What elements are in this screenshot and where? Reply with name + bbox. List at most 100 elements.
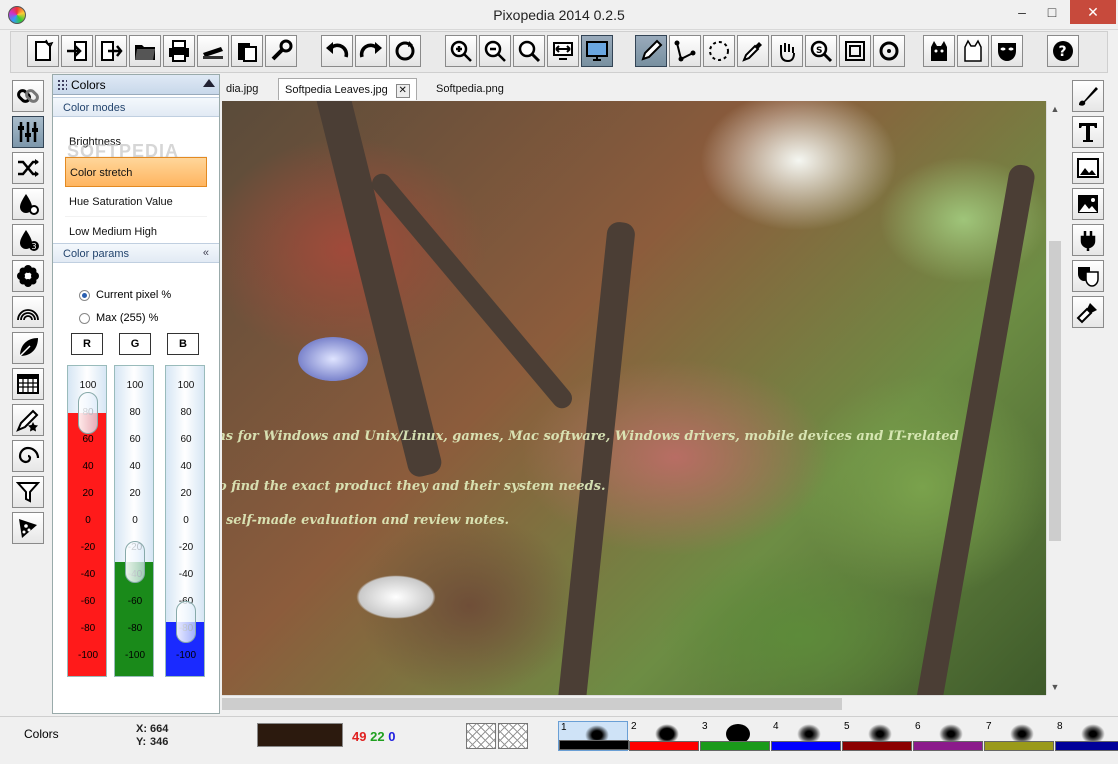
crop-frame-button[interactable]	[839, 35, 871, 67]
spiral-tool-button[interactable]	[12, 440, 44, 472]
paint-brush-button[interactable]	[1072, 296, 1104, 328]
collapse-arrow-icon[interactable]	[203, 79, 215, 87]
maximize-button[interactable]: □	[1036, 0, 1068, 24]
radio-max-255-dot[interactable]	[79, 312, 90, 324]
tab-softpedia-leaves-jpg[interactable]: Softpedia Leaves.jpg ✕	[278, 78, 417, 100]
shuffle-tool-button[interactable]	[12, 152, 44, 184]
mode-hue-saturation-value[interactable]: Hue Saturation Value	[65, 187, 207, 217]
text-icon	[1079, 123, 1097, 142]
red-channel-slider[interactable]: 100806040200-20-40-60-80-100	[67, 365, 107, 677]
masks-button[interactable]	[1072, 260, 1104, 292]
brush-slot-8[interactable]: 8	[1055, 721, 1118, 751]
brush-slot-5[interactable]: 5	[842, 721, 912, 751]
redo-button[interactable]	[355, 35, 387, 67]
leaf-tool-button[interactable]	[12, 332, 44, 364]
brush-slot-4[interactable]: 4	[771, 721, 841, 751]
brush-tool-button[interactable]	[1072, 80, 1104, 112]
text-tool-button[interactable]	[1072, 116, 1104, 148]
paste-button[interactable]	[231, 35, 263, 67]
collapse-params-icon[interactable]: «	[203, 247, 209, 259]
theatre-mask-button[interactable]	[991, 35, 1023, 67]
horizontal-scroll-thumb[interactable]	[222, 698, 842, 710]
vertical-scroll-thumb[interactable]	[1049, 241, 1061, 541]
drag-grip-icon[interactable]	[57, 79, 67, 91]
tab-softpedia-jpg[interactable]: dia.jpg	[220, 78, 264, 100]
image-canvas[interactable]: ms for Windows and Unix/Linux, games, Ma…	[222, 101, 1046, 695]
radio-max-255[interactable]: Max (255) %	[79, 312, 158, 324]
zoom-in-button[interactable]	[445, 35, 477, 67]
brush-slot-3[interactable]: 3	[700, 721, 770, 751]
current-color-swatch[interactable]	[257, 723, 343, 747]
color-params-header[interactable]: Color params «	[53, 243, 219, 263]
channel-r-button[interactable]: R	[71, 333, 103, 355]
pattern-swatch-1[interactable]	[466, 723, 496, 749]
path-tool-button[interactable]	[669, 35, 701, 67]
vertical-scrollbar[interactable]: ▲ ▼	[1046, 101, 1062, 695]
funnel-icon	[16, 482, 40, 503]
scan-button[interactable]	[197, 35, 229, 67]
cat-mask-button[interactable]	[923, 35, 955, 67]
flower-tool-button[interactable]	[12, 260, 44, 292]
settings-button[interactable]	[265, 35, 297, 67]
print-button[interactable]	[163, 35, 195, 67]
brush-slot-6[interactable]: 6	[913, 721, 983, 751]
slider-handle[interactable]	[125, 540, 145, 583]
mode-low-medium-high[interactable]: Low Medium High	[65, 217, 207, 243]
open-folder-button[interactable]	[129, 35, 161, 67]
slider-handle[interactable]	[176, 601, 196, 644]
radio-current-pixel-dot[interactable]	[79, 289, 90, 301]
minimize-button[interactable]: –	[1006, 0, 1038, 24]
link-tool-button[interactable]	[12, 80, 44, 112]
sliders-tool-button[interactable]	[12, 116, 44, 148]
image-frame-button[interactable]	[1072, 152, 1104, 184]
color-modes-header[interactable]: Color modes	[53, 97, 219, 117]
slider-tick-label: 100	[79, 380, 97, 391]
refresh-button[interactable]	[389, 35, 421, 67]
ink-drop-gear-button[interactable]	[12, 188, 44, 220]
magnifier-s-button[interactable]: S	[805, 35, 837, 67]
blue-channel-slider[interactable]: 100806040200-20-40-60-80-100	[165, 365, 205, 677]
ink-drop-3-button[interactable]: 3	[12, 224, 44, 256]
brush-star-button[interactable]	[12, 404, 44, 436]
brush-slot-2[interactable]: 2	[629, 721, 699, 751]
hand-pan-button[interactable]	[771, 35, 803, 67]
calendar-grid-button[interactable]	[12, 368, 44, 400]
funnel-tool-button[interactable]	[12, 476, 44, 508]
cat-outline-button[interactable]	[957, 35, 989, 67]
horizontal-scrollbar[interactable]	[222, 695, 1046, 711]
zoom-fit-button[interactable]	[513, 35, 545, 67]
slider-handle[interactable]	[78, 392, 98, 434]
tab-close-icon[interactable]: ✕	[395, 84, 410, 98]
rainbow-tool-button[interactable]	[12, 296, 44, 328]
green-channel-slider[interactable]: 100806040200-20-40-60-80-100	[114, 365, 154, 677]
pizza-slice-button[interactable]	[12, 512, 44, 544]
help-button[interactable]: ?	[1047, 35, 1079, 67]
zoom-out-button[interactable]	[479, 35, 511, 67]
undo-button[interactable]	[321, 35, 353, 67]
svg-text:?: ?	[1059, 44, 1067, 60]
landscape-button[interactable]	[1072, 188, 1104, 220]
import-button[interactable]	[61, 35, 93, 67]
close-button[interactable]: ✕	[1070, 0, 1116, 24]
scroll-down-arrow-icon[interactable]: ▼	[1047, 679, 1063, 695]
fit-width-button[interactable]	[547, 35, 579, 67]
channel-b-button[interactable]: B	[167, 333, 199, 355]
lasso-select-button[interactable]	[703, 35, 735, 67]
slider-tick-label: -20	[178, 542, 194, 553]
slider-tick-label: 20	[180, 488, 192, 499]
pattern-swatch-2[interactable]	[498, 723, 528, 749]
tab-softpedia-png[interactable]: Softpedia.png	[430, 78, 510, 100]
monitor-button[interactable]	[581, 35, 613, 67]
export-button[interactable]	[95, 35, 127, 67]
colors-panel-header[interactable]: Colors	[53, 75, 219, 95]
eyedropper-button[interactable]	[737, 35, 769, 67]
brush-slot-1[interactable]: 1	[558, 721, 629, 751]
brush-slot-7[interactable]: 7	[984, 721, 1054, 751]
radio-current-pixel[interactable]: Current pixel %	[79, 289, 171, 301]
scroll-up-arrow-icon[interactable]: ▲	[1047, 101, 1063, 117]
pen-tool-button[interactable]	[635, 35, 667, 67]
plug-button[interactable]	[1072, 224, 1104, 256]
rotate-button[interactable]	[873, 35, 905, 67]
new-image-button[interactable]	[27, 35, 59, 67]
channel-g-button[interactable]: G	[119, 333, 151, 355]
